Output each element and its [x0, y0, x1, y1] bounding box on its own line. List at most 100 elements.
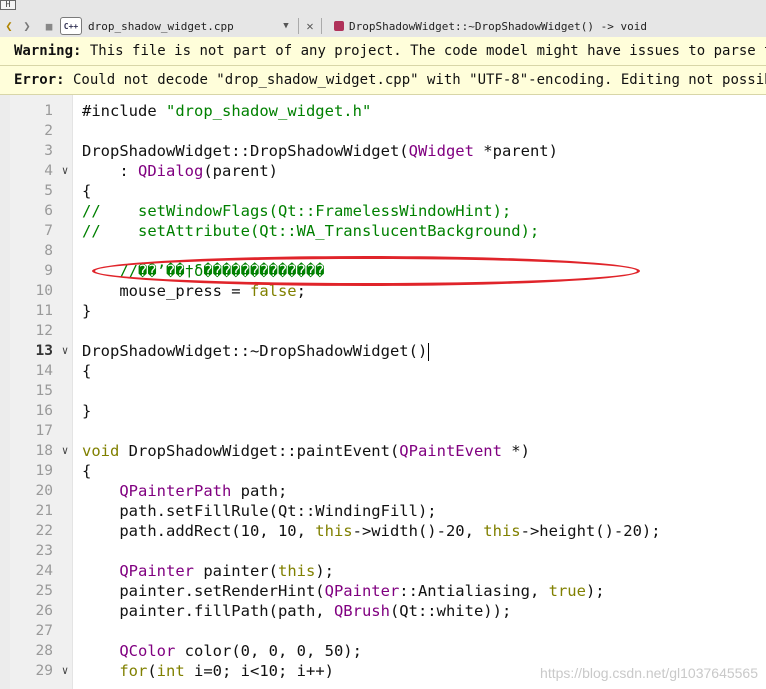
- editor-toolbar: H ❮ ❯ ■ C++ drop_shadow_widget.cpp ▼ ✕ D…: [0, 0, 766, 38]
- line-number: 11: [35, 303, 53, 319]
- code-line[interactable]: 11}: [0, 301, 766, 321]
- watermark: https://blog.csdn.net/gl1037645565: [540, 665, 758, 681]
- code-line[interactable]: 1 #include "drop_shadow_widget.h": [0, 101, 766, 121]
- error-label: Error:: [14, 72, 65, 88]
- chevron-down-icon[interactable]: ▼: [278, 21, 294, 31]
- code-line[interactable]: 21 path.setFillRule(Qt::WindingFill);: [0, 501, 766, 521]
- code-line[interactable]: 22 path.addRect(10, 10, this->width()-20…: [0, 521, 766, 541]
- warning-message: This file is not part of any project. Th…: [81, 43, 766, 59]
- line-number: 5: [44, 183, 53, 199]
- line-number: 12: [35, 323, 53, 339]
- code-text: #include "drop_shadow_widget.h": [82, 102, 372, 120]
- line-number: 7: [44, 223, 53, 239]
- code-text: path.setFillRule(Qt::WindingFill);: [82, 502, 437, 520]
- toolbar-divider: [321, 18, 322, 34]
- fold-marker-icon[interactable]: ∨: [58, 441, 72, 461]
- line-number: 10: [35, 283, 53, 299]
- code-line[interactable]: 20 QPainterPath path;: [0, 481, 766, 501]
- code-line[interactable]: 15: [0, 381, 766, 401]
- warning-label: Warning:: [14, 43, 82, 59]
- fold-marker-icon[interactable]: ∨: [58, 661, 72, 681]
- code-text: DropShadowWidget::~DropShadowWidget(): [82, 342, 430, 361]
- code-line[interactable]: 7 // setAttribute(Qt::WA_TranslucentBackg…: [0, 221, 766, 241]
- code-text: // setAttribute(Qt::WA_TranslucentBackgr…: [82, 222, 540, 240]
- code-line[interactable]: 28 QColor color(0, 0, 0, 50);: [0, 641, 766, 661]
- symbol-method-icon: [334, 21, 344, 31]
- line-number: 21: [35, 503, 53, 519]
- code-line[interactable]: 23: [0, 541, 766, 561]
- line-number: 18: [35, 443, 53, 459]
- code-line[interactable]: 5{: [0, 181, 766, 201]
- line-number: 3: [44, 143, 53, 159]
- line-number: 24: [35, 563, 53, 579]
- code-line[interactable]: 2: [0, 121, 766, 141]
- line-number: 23: [35, 543, 53, 559]
- code-line[interactable]: 17: [0, 421, 766, 441]
- code-text: {: [82, 362, 92, 380]
- line-number: 19: [35, 463, 53, 479]
- code-line[interactable]: 13 ∨ DropShadowWidget::~DropShadowWidget(): [0, 341, 766, 361]
- code-line[interactable]: 4 ∨ : QDialog(parent): [0, 161, 766, 181]
- go-back-icon[interactable]: ❮: [0, 16, 18, 36]
- line-number: 1: [44, 103, 53, 119]
- line-number: 8: [44, 243, 53, 259]
- line-number: 17: [35, 423, 53, 439]
- lock-icon: ■: [45, 19, 53, 33]
- code-text: painter.fillPath(path, QBrush(Qt::white)…: [82, 602, 512, 620]
- line-number: 4: [44, 163, 53, 179]
- go-forward-icon[interactable]: ❯: [18, 16, 36, 36]
- error-infobar: Error: Could not decode "drop_shadow_wid…: [0, 66, 766, 95]
- code-line[interactable]: 27: [0, 621, 766, 641]
- code-text: QPainterPath path;: [119, 482, 288, 500]
- line-number: 26: [35, 603, 53, 619]
- code-line[interactable]: 24 QPainter painter(this);: [0, 561, 766, 581]
- error-message: Could not decode "drop_shadow_widget.cpp…: [64, 72, 766, 88]
- highlight-ellipse-annotation: [92, 256, 640, 286]
- line-number: 14: [35, 363, 53, 379]
- code-text: painter.setRenderHint(QPainter::Antialia…: [82, 582, 605, 600]
- code-line[interactable]: 16}: [0, 401, 766, 421]
- line-number: 20: [35, 483, 53, 499]
- code-text: }: [82, 402, 92, 420]
- line-number: 6: [44, 203, 53, 219]
- symbol-selector[interactable]: DropShadowWidget::~DropShadowWidget() ->…: [349, 20, 647, 33]
- warning-infobar: Warning: This file is not part of any pr…: [0, 37, 766, 66]
- line-number: 2: [44, 123, 53, 139]
- code-line[interactable]: 14 {: [0, 361, 766, 381]
- line-number: 25: [35, 583, 53, 599]
- line-number: 29: [35, 663, 53, 679]
- code-text: DropShadowWidget::DropShadowWidget(QWidg…: [82, 142, 558, 160]
- close-document-icon[interactable]: ✕: [303, 19, 317, 33]
- fold-marker-icon[interactable]: ∨: [58, 341, 72, 361]
- code-line[interactable]: 12: [0, 321, 766, 341]
- code-text: }: [82, 302, 92, 320]
- line-number: 16: [35, 403, 53, 419]
- line-number: 13: [35, 343, 53, 359]
- code-text: QPainter painter(this);: [119, 562, 334, 580]
- code-text: {: [82, 182, 92, 200]
- text-cursor: [428, 342, 430, 361]
- code-text: : QDialog(parent): [82, 162, 278, 180]
- code-text: void DropShadowWidget::paintEvent(QPaint…: [82, 442, 530, 460]
- code-line[interactable]: 25 painter.setRenderHint(QPainter::Antia…: [0, 581, 766, 601]
- line-number: 15: [35, 383, 53, 399]
- toolbar-divider: [298, 18, 299, 34]
- fold-marker-icon[interactable]: ∨: [58, 161, 72, 181]
- line-number: 27: [35, 623, 53, 639]
- line-number: 9: [44, 263, 53, 279]
- code-line[interactable]: 26 painter.fillPath(path, QBrush(Qt::whi…: [0, 601, 766, 621]
- code-editor[interactable]: 1 #include "drop_shadow_widget.h" 2 3 DropSh…: [0, 95, 766, 689]
- line-number: 28: [35, 643, 53, 659]
- window-stub-icon: H: [0, 0, 16, 10]
- code-line[interactable]: 6 // setWindowFlags(Qt::FramelessWindowHi…: [0, 201, 766, 221]
- open-document-combo[interactable]: drop_shadow_widget.cpp: [88, 20, 278, 33]
- code-line[interactable]: 3 DropShadowWidget::DropShadowWidget(QWid…: [0, 141, 766, 161]
- code-text: path.addRect(10, 10, this->width()-20, t…: [82, 522, 661, 540]
- code-line[interactable]: 18 ∨ void DropShadowWidget::paintEvent(QPa…: [0, 441, 766, 461]
- code-text: // setWindowFlags(Qt::FramelessWindowHin…: [82, 202, 512, 220]
- line-number: 22: [35, 523, 53, 539]
- code-text: for(int i=0; i<10; i++): [119, 662, 334, 680]
- code-line[interactable]: 19 {: [0, 461, 766, 481]
- code-text: {: [82, 462, 92, 480]
- code-text: QColor color(0, 0, 0, 50);: [119, 642, 362, 660]
